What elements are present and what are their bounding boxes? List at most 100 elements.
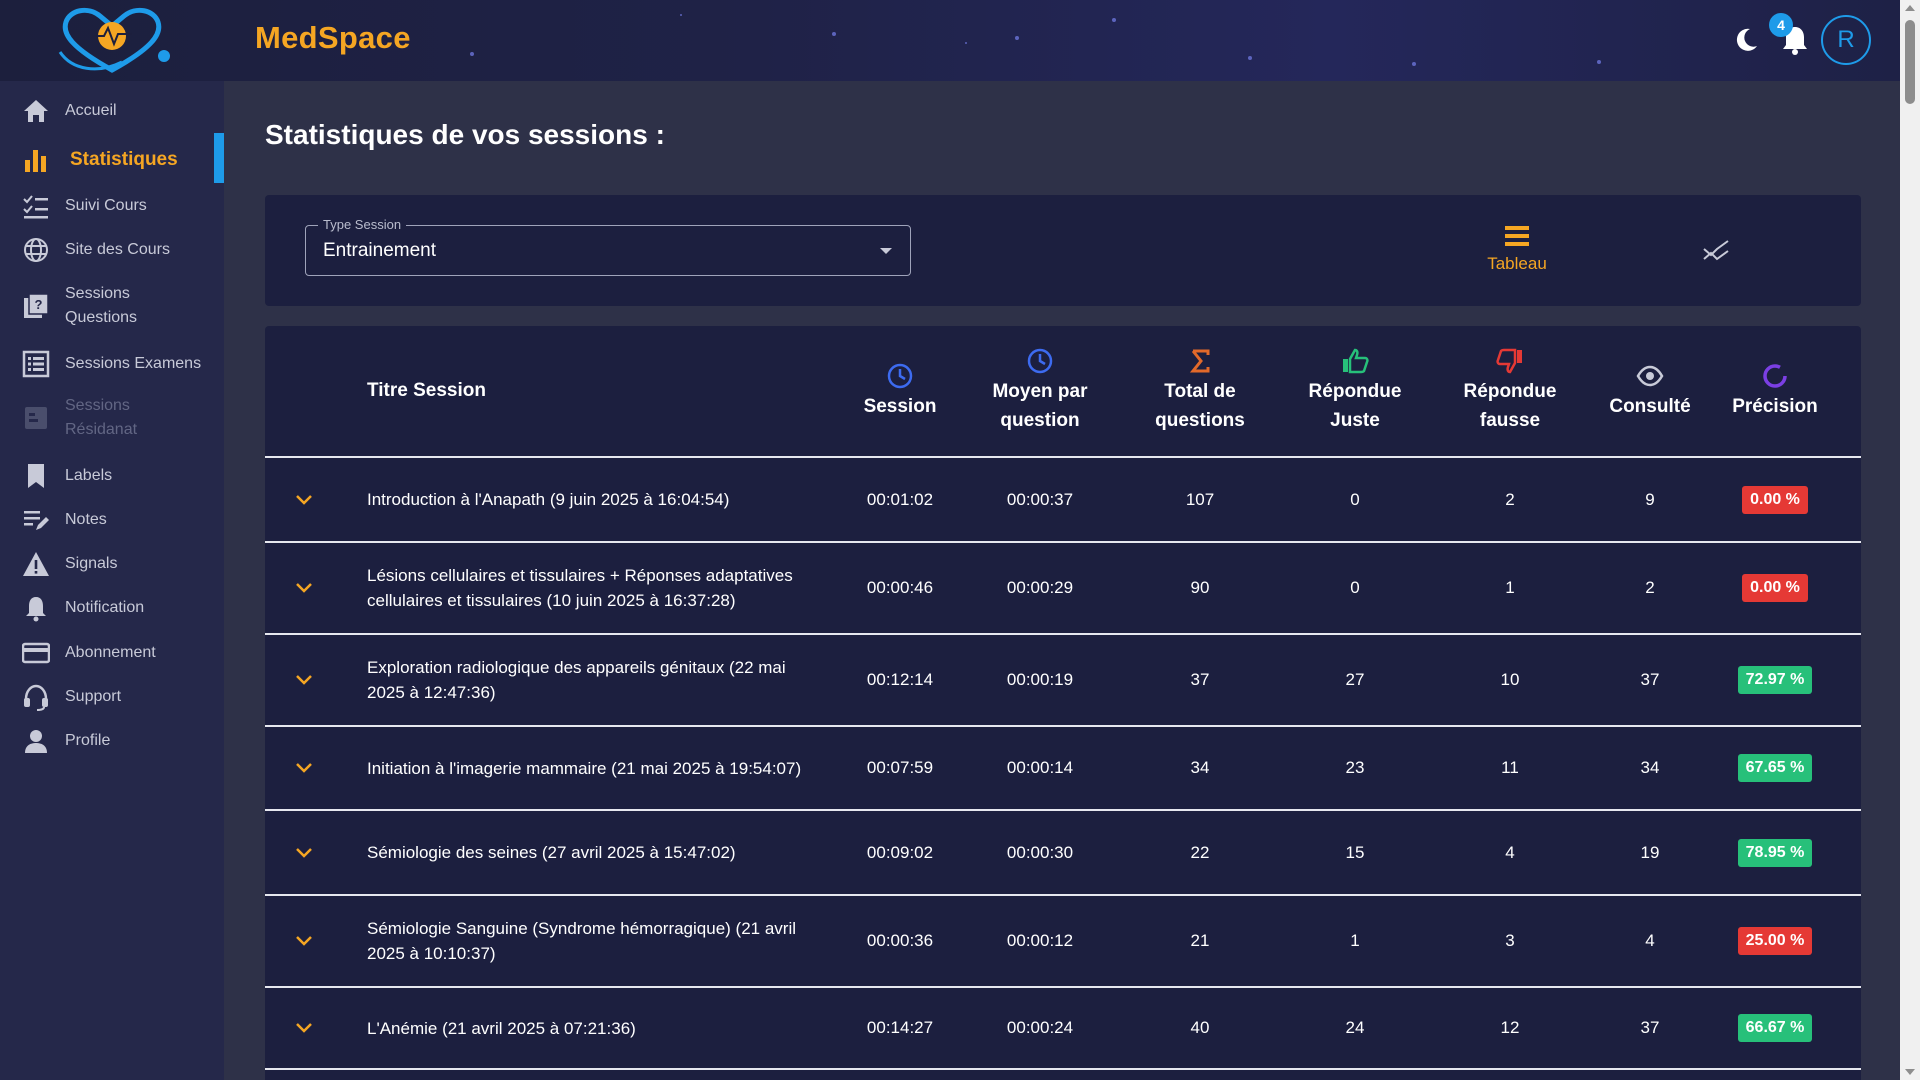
sidebar-item-site-des-cours[interactable]: Site des Cours [0, 235, 224, 265]
session-title: L'Anémie (21 avril 2025 à 07:21:36) [367, 988, 847, 1068]
app-brand: MedSpace [255, 20, 411, 55]
expand-chevron-icon[interactable] [295, 458, 315, 541]
correct-count: 23 [1345, 758, 1365, 777]
session-title-line: Introduction à l'Anapath (9 juin 2025 à … [367, 490, 730, 509]
star-decoration [470, 52, 474, 56]
expand-chevron-icon[interactable] [295, 811, 315, 894]
clock-icon [1027, 348, 1053, 374]
star-decoration [1597, 60, 1601, 64]
header-consulte[interactable]: Consulté [1595, 326, 1705, 456]
viewed-count: 9 [1645, 489, 1655, 509]
sidebar-item-label: Abonnement [65, 644, 156, 661]
thumbs-down-icon [1496, 348, 1522, 374]
user-avatar[interactable]: R [1821, 15, 1871, 65]
expand-chevron-icon[interactable] [295, 727, 315, 809]
type-session-select[interactable]: Type Session Entrainement [305, 217, 911, 276]
session-title: Initiation à l'imagerie mammaire (21 mai… [367, 727, 847, 809]
scroll-down-arrow-icon[interactable] [1905, 1069, 1915, 1075]
correct-count: 1 [1350, 931, 1360, 950]
thumbs-up-icon [1343, 348, 1369, 374]
sidebar-item-label: Support [65, 688, 122, 705]
session-title-line: Lésions cellulaires et tissulaires + Rép… [367, 566, 793, 585]
session-duration: 00:01:02 [866, 489, 934, 509]
sidebar-item-label: Sessions Résidanat [65, 397, 138, 438]
session-title-line: Sémiologie Sanguine (Syndrome hémorragiq… [367, 919, 797, 938]
table-row[interactable]: Exploration radiologique des appareils g… [265, 633, 1861, 725]
sidebar-item-suivi-cours[interactable]: Suivi Cours [0, 191, 224, 221]
sidebar-item-accueil[interactable]: Accueil [0, 96, 224, 126]
table-row[interactable]: L'Anémie (21 avril 2025 à 07:21:36) 00:1… [265, 986, 1861, 1070]
precision-badge: 67.65 % [1737, 754, 1813, 782]
header-label: Session [863, 395, 937, 417]
header-moyen-par-question[interactable]: Moyen par question [965, 326, 1115, 456]
session-title-line: Initiation à l'imagerie mammaire (21 mai… [367, 758, 802, 778]
precision-badge: 0.00 % [1742, 574, 1808, 602]
expand-chevron-icon[interactable] [295, 988, 315, 1068]
scroll-thumb[interactable] [1905, 20, 1915, 104]
star-decoration [680, 14, 682, 16]
table-row[interactable]: Lésions cellulaires et tissulaires + Rép… [265, 541, 1861, 633]
medspace-logo[interactable] [52, 4, 172, 76]
sidebar-item-notes[interactable]: Notes [0, 505, 224, 535]
dark-mode-toggle-icon[interactable] [1732, 26, 1760, 54]
header-repondue-fausse[interactable]: Répondue fausse [1440, 326, 1580, 456]
eye-icon [1636, 365, 1664, 386]
header-session[interactable]: Session [845, 326, 955, 456]
sidebar-item-notification[interactable]: Notification [0, 593, 224, 623]
sidebar-item-profile[interactable]: Profile [0, 726, 224, 756]
precision-cell: 78.95 % [1715, 811, 1835, 894]
scroll-up-arrow-icon[interactable] [1905, 5, 1915, 11]
sidebar-item-statistiques[interactable]: Statistiques [0, 142, 224, 178]
star-decoration [1112, 18, 1116, 22]
sidebar-item-signals[interactable]: Signals [0, 549, 224, 579]
total-questions: 21 [1190, 931, 1210, 950]
precision-cell: 25.00 % [1715, 896, 1835, 986]
table-row[interactable]: Sémiologie Sanguine (Syndrome hémorragiq… [265, 894, 1861, 986]
table-row[interactable]: Introduction à l'Anapath (9 juin 2025 à … [265, 456, 1861, 541]
expand-chevron-icon[interactable] [295, 896, 315, 986]
sidebar-item-label: Notes [65, 511, 107, 528]
avg-per-question: 00:00:37 [1006, 489, 1074, 509]
sidebar-item-sessions-examens[interactable]: Sessions Examens [0, 349, 224, 379]
expand-chevron-icon[interactable] [295, 543, 315, 633]
header-total-questions[interactable]: Total de questions [1125, 326, 1275, 456]
sidebar-item-labels[interactable]: Labels [0, 461, 224, 491]
question-book-icon: ? [24, 293, 49, 318]
session-title: Sémiologie Sanguine (Syndrome hémorragiq… [367, 896, 847, 986]
star-decoration [1015, 36, 1019, 40]
sidebar-item-label: Profile [65, 732, 111, 749]
header-precision[interactable]: Précision [1715, 326, 1835, 456]
avg-per-question: 00:00:14 [1006, 758, 1074, 777]
sidebar-item-support[interactable]: Support [0, 682, 224, 712]
bell-icon [26, 597, 46, 622]
sidebar-item-label: Sessions Examens [65, 355, 202, 372]
dropdown-caret-icon [880, 248, 892, 254]
precision-badge: 0.00 % [1742, 485, 1808, 514]
session-title-line: 2025 à 10:10:37) [367, 944, 496, 963]
header-titre-session[interactable]: Titre Session [367, 326, 486, 456]
sidebar-item-sessions-questions[interactable]: ? Sessions Questions [0, 281, 224, 331]
table-row[interactable]: Initiation à l'imagerie mammaire (21 mai… [265, 725, 1861, 809]
sidebar-item-label: Signals [65, 555, 118, 572]
wrong-count: 1 [1505, 578, 1515, 597]
star-decoration [1248, 56, 1252, 60]
session-duration: 00:14:27 [866, 1018, 934, 1037]
sidebar-item-abonnement[interactable]: Abonnement [0, 638, 224, 668]
wrong-count: 11 [1501, 758, 1519, 777]
session-duration: 00:07:59 [866, 758, 934, 777]
avg-per-question: 00:00:24 [1006, 1018, 1074, 1037]
sidebar-item-label: Sessions Questions [65, 285, 138, 326]
table-row[interactable]: Sémiologie des seines (27 avril 2025 à 1… [265, 809, 1861, 894]
chart-view-icon[interactable] [1701, 235, 1731, 265]
globe-icon [24, 238, 48, 262]
page-scrollbar[interactable] [1900, 0, 1920, 1080]
total-questions: 40 [1190, 1018, 1210, 1037]
filter-card: Type Session Entrainement Tableau [265, 195, 1861, 306]
table-view-button[interactable]: Tableau [1472, 225, 1562, 274]
session-title: Lésions cellulaires et tissulaires + Rép… [367, 543, 847, 633]
avg-per-question: 00:00:30 [1006, 842, 1074, 862]
expand-chevron-icon[interactable] [295, 635, 315, 725]
total-questions: 37 [1190, 670, 1210, 689]
header-repondue-juste[interactable]: Répondue Juste [1285, 326, 1425, 456]
session-duration: 00:00:36 [866, 931, 934, 950]
